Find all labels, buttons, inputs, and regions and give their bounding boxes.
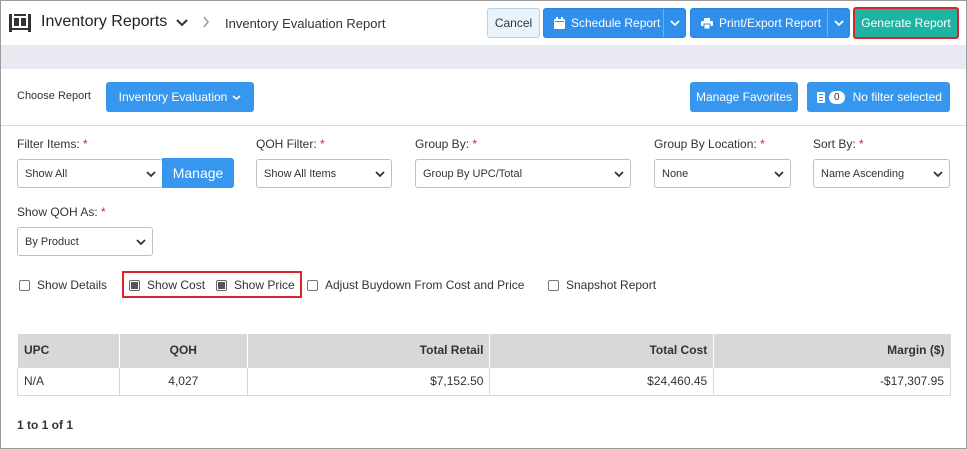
column-header-upc[interactable]: UPC: [17, 334, 120, 367]
sort-by-value: Name Ascending: [821, 167, 905, 180]
column-header-total-retail[interactable]: Total Retail: [246, 334, 490, 367]
chevron-down-icon: [375, 171, 385, 178]
group-by-value: Group By UPC/Total: [423, 167, 523, 180]
filter-status-label: No filter selected: [852, 90, 942, 104]
cell-margin: -$17,307.95: [713, 366, 951, 396]
cell-upc: N/A: [17, 366, 120, 396]
print-export-button[interactable]: Print/Export Report: [690, 8, 850, 38]
table-row: N/A 4,027 $7,152.50 $24,460.45 -$17,307.…: [17, 366, 951, 396]
chevron-down-icon: [669, 20, 680, 27]
adjust-buydown-label: Adjust Buydown From Cost and Price: [325, 278, 525, 292]
chevron-down-icon: [933, 171, 943, 178]
chevron-down-icon: [232, 94, 241, 100]
group-by-label: Group By: *: [415, 137, 478, 151]
filter-items-select[interactable]: Show All: [17, 159, 163, 188]
column-header-margin[interactable]: Margin ($): [713, 334, 951, 367]
chevron-down-icon: [614, 171, 624, 178]
chevron-down-icon: [136, 239, 146, 246]
group-by-location-select[interactable]: None: [654, 159, 791, 188]
chevron-down-icon: [146, 171, 156, 178]
chevron-down-icon: [833, 20, 844, 27]
snapshot-report-label: Snapshot Report: [566, 278, 657, 292]
sort-by-select[interactable]: Name Ascending: [813, 159, 950, 188]
generate-report-button[interactable]: Generate Report: [853, 7, 959, 39]
group-by-location-value: None: [662, 167, 689, 180]
chevron-right-icon: [203, 16, 209, 28]
snapshot-report-checkbox[interactable]: Snapshot Report: [548, 278, 656, 292]
choose-report-dropdown[interactable]: Inventory Evaluation: [106, 82, 254, 112]
group-by-location-label: Group By Location: *: [654, 137, 765, 151]
qoh-filter-label: QOH Filter: *: [256, 137, 325, 151]
adjust-buydown-checkbox[interactable]: Adjust Buydown From Cost and Price: [307, 278, 524, 292]
pagination-summary: 1 to 1 of 1: [17, 418, 74, 432]
column-header-qoh[interactable]: QOH: [118, 334, 248, 367]
qoh-filter-value: Show All Items: [264, 167, 337, 180]
choose-report-label: Choose Report: [17, 90, 91, 102]
selected-report: Inventory Evaluation: [118, 90, 228, 104]
cell-qoh: 4,027: [118, 366, 248, 396]
manage-button[interactable]: Manage: [162, 158, 234, 188]
schedule-report-button[interactable]: Schedule Report: [543, 8, 686, 38]
calendar-icon: [554, 17, 565, 29]
filter-status-button[interactable]: 0 No filter selected: [807, 82, 950, 112]
filter-count-badge: 0: [829, 90, 845, 104]
chevron-down-icon[interactable]: [176, 18, 188, 28]
show-qoh-as-label: Show QOH As: *: [17, 205, 106, 219]
cell-total-retail: $7,152.50: [246, 366, 491, 396]
manage-favorites-button[interactable]: Manage Favorites: [690, 82, 798, 112]
chevron-down-icon: [774, 171, 784, 178]
sort-by-label: Sort By: *: [813, 137, 864, 151]
breadcrumb: Inventory Evaluation Report: [225, 16, 386, 31]
checkbox-unchecked[interactable]: [19, 279, 30, 291]
show-details-label: Show Details: [37, 278, 108, 292]
results-table: UPC QOH Total Retail Total Cost Margin (…: [17, 334, 951, 396]
show-details-checkbox[interactable]: Show Details: [19, 278, 107, 292]
table-header-row: UPC QOH Total Retail Total Cost Margin (…: [17, 334, 951, 367]
filter-items-value: Show All: [25, 167, 68, 180]
schedule-report-label: Schedule Report: [571, 16, 661, 30]
print-dropdown-toggle[interactable]: [827, 9, 849, 37]
inventory-icon: [9, 14, 31, 32]
cancel-button[interactable]: Cancel: [487, 8, 540, 38]
printer-icon: [701, 17, 713, 29]
column-header-total-cost[interactable]: Total Cost: [489, 334, 714, 367]
show-qoh-as-value: By Product: [25, 235, 79, 248]
schedule-dropdown-toggle[interactable]: [663, 9, 685, 37]
print-export-label: Print/Export Report: [719, 16, 822, 30]
divider: [1, 125, 966, 126]
highlight-box: [122, 271, 302, 298]
filter-list-icon: [817, 91, 825, 103]
group-by-select[interactable]: Group By UPC/Total: [415, 159, 631, 188]
filter-items-label: Filter Items: *: [17, 137, 88, 151]
checkbox-unchecked[interactable]: [548, 279, 559, 291]
app-title[interactable]: Inventory Reports: [41, 13, 167, 31]
qoh-filter-select[interactable]: Show All Items: [256, 159, 392, 188]
show-qoh-as-select[interactable]: By Product: [17, 227, 153, 256]
separator-band: [1, 45, 966, 69]
checkbox-unchecked[interactable]: [307, 279, 318, 291]
cell-total-cost: $24,460.45: [489, 366, 715, 396]
